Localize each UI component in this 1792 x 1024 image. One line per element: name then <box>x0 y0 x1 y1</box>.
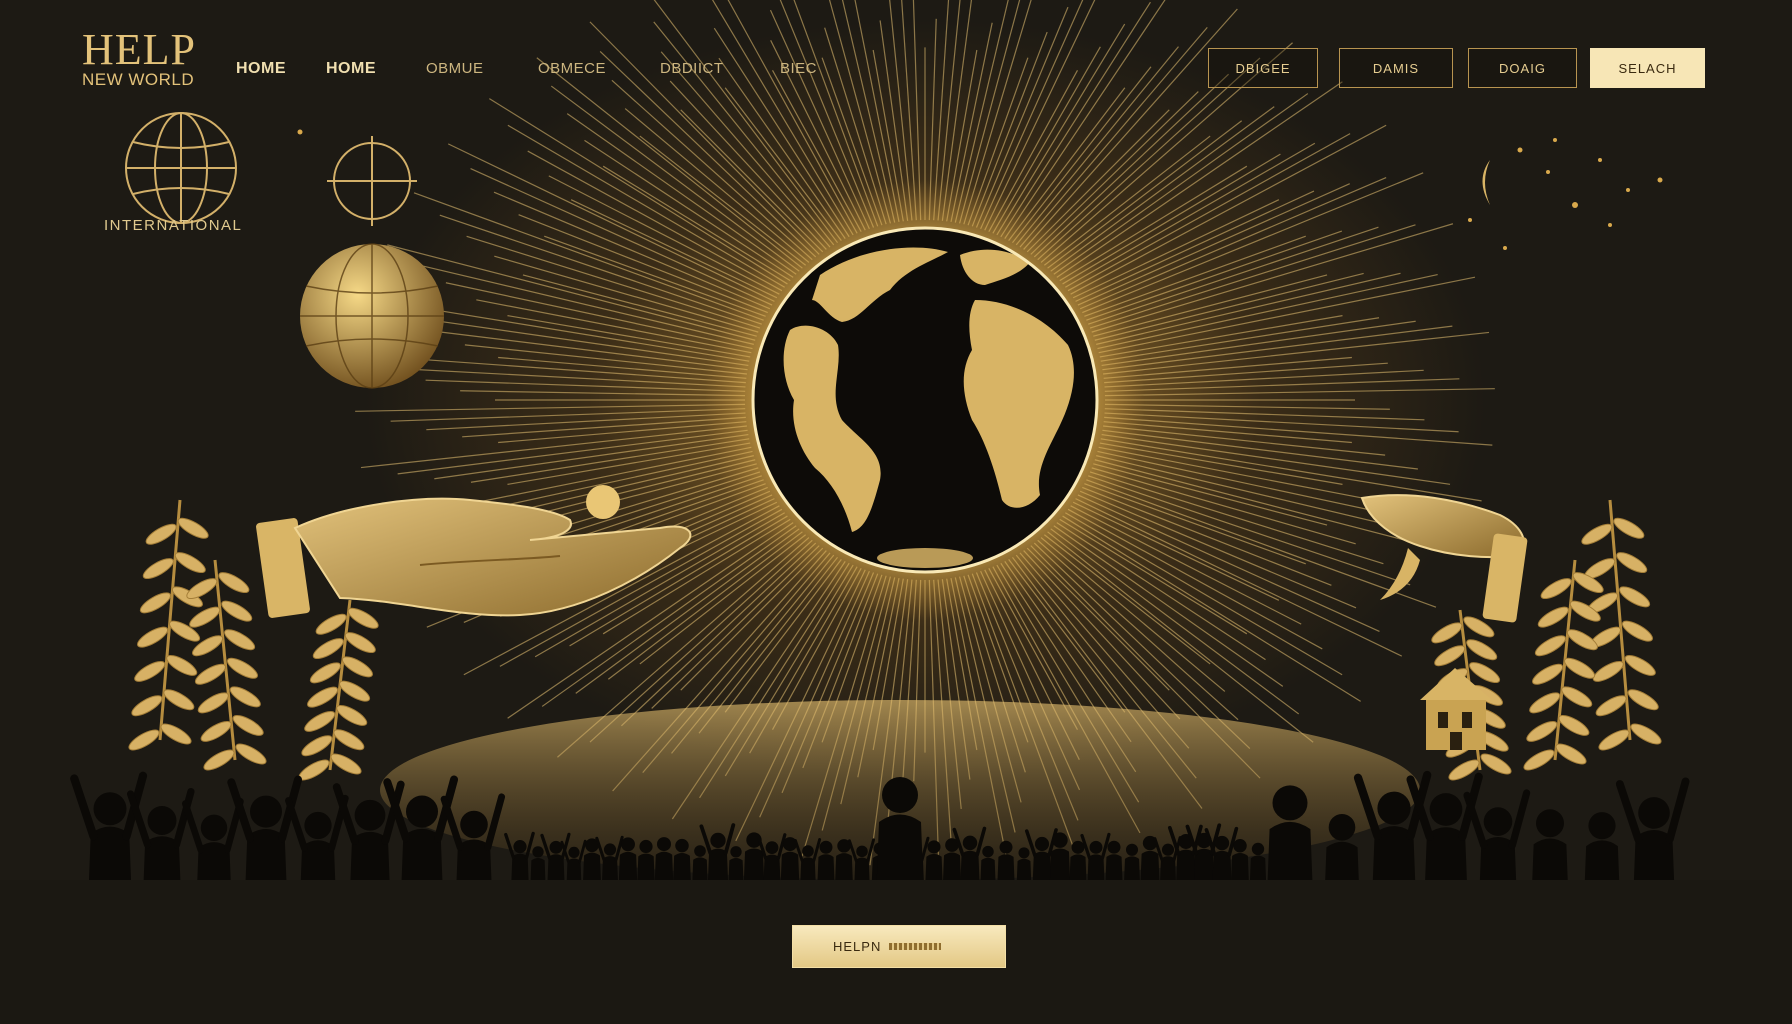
cta-bar-icon <box>889 943 942 950</box>
brand-title: HELP <box>82 25 196 74</box>
globe-sphere-icon <box>300 243 444 389</box>
nav-item-biec[interactable]: BIEC <box>780 60 817 77</box>
international-label: INTERNATIONAL <box>104 217 243 234</box>
brand-subtitle: NEW WORLD <box>82 70 195 89</box>
nav-item-obmece[interactable]: OBMECE <box>538 60 606 77</box>
brand-logo[interactable]: HELP NEW WORLD <box>82 28 196 90</box>
nav-item-home-2[interactable]: HOME <box>326 60 376 78</box>
nav-item-home[interactable]: HOME <box>236 60 286 78</box>
crescent-icon <box>1482 160 1490 205</box>
header-button-2[interactable]: DAMIS <box>1339 48 1453 88</box>
globe-outline-icon <box>125 112 237 224</box>
crosshair-icon <box>327 136 417 226</box>
earth-globe <box>751 226 1099 574</box>
hero-illustration <box>0 0 1792 1024</box>
nav-item-obmue[interactable]: OBMUE <box>426 60 484 77</box>
house-icon <box>1420 668 1492 750</box>
nav-item-dbdiict[interactable]: DBDIICT <box>660 60 724 77</box>
hero-page: HELP NEW WORLD HOME HOME OBMUE OBMECE DB… <box>0 0 1792 1024</box>
help-cta-button[interactable]: HELPN <box>792 925 1006 968</box>
receiving-hand <box>1360 494 1528 623</box>
header-button-1[interactable]: DBIGEE <box>1208 48 1318 88</box>
giving-hand <box>256 485 692 618</box>
help-cta-label: HELPN <box>833 939 882 954</box>
header-button-3[interactable]: DOAIG <box>1468 48 1577 88</box>
search-button[interactable]: SELACH <box>1590 48 1705 88</box>
